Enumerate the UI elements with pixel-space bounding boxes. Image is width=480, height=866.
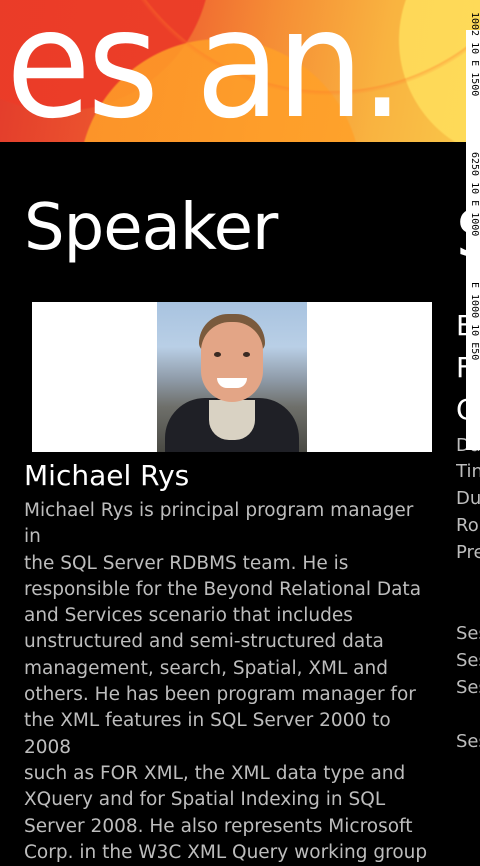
next-session-label: Ses (456, 677, 480, 698)
speaker-name: Michael Rys (24, 459, 190, 492)
frame-rate-counter-strip: 1002 10 E 1500 6250 10 E 1000 E 1000 10 … (466, 12, 480, 450)
speaker-photo-card (32, 302, 432, 452)
counter-text: 6250 10 E 1000 (469, 152, 480, 237)
next-detail-label: Pre (456, 542, 480, 563)
counter-text: 1002 10 E 1500 (469, 12, 480, 97)
next-session-label: Ses (456, 731, 480, 752)
next-session-label: Ses (456, 650, 480, 671)
speaker-photo (157, 302, 307, 452)
panorama-background: es an. (0, 0, 480, 142)
section-header-speaker: Speaker (24, 191, 278, 265)
counter-text: E 1000 10 E50 (469, 282, 480, 361)
next-detail-label: Tin (456, 461, 480, 482)
next-detail-label: Du (456, 488, 480, 509)
panorama-title: es an. (6, 0, 404, 142)
next-session-label: Ses (456, 623, 480, 644)
next-detail-label: Ro (456, 515, 479, 536)
speaker-bio: Michael Rys is principal program manager… (24, 500, 428, 863)
